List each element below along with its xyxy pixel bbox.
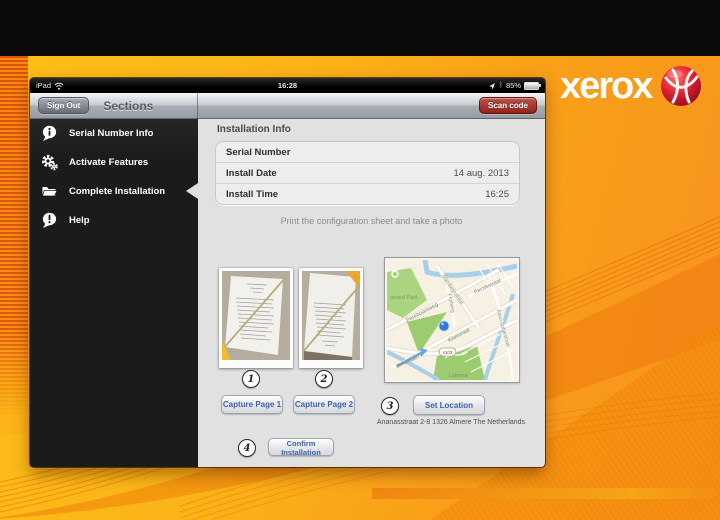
info-bubble-icon: [42, 125, 57, 141]
nav-right-segment: Scan code: [198, 93, 545, 119]
configuration-sheet-photo-1: [222, 271, 290, 360]
table-row-install-time: Install Time 16:25: [216, 183, 519, 204]
installation-content: Installation Info Serial Number Install …: [198, 119, 545, 467]
capture-preview-2: [299, 268, 363, 368]
table-row-serial-number: Serial Number: [226, 146, 291, 158]
map-image: oward Park Pereboomweg Perzikstraat Mand…: [387, 260, 517, 380]
folder-icon: [42, 187, 58, 197]
top-black-band: [0, 0, 720, 56]
step-3-badge: 3: [381, 397, 399, 415]
battery-icon: [524, 81, 541, 90]
marketing-canvas: xerox 16:28 iPad ᛒ 85% Sign Out Sections…: [0, 0, 720, 520]
sidebar-item-serial-number-info[interactable]: Serial Number Info: [30, 119, 198, 148]
gears-icon: [41, 154, 58, 171]
navigation-bar: Sign Out Sections Scan code: [30, 93, 545, 119]
table-row-install-date: Install Date 14 aug. 2013: [216, 162, 519, 183]
sections-title: Sections: [103, 98, 154, 113]
sidebar-item-complete-installation[interactable]: Complete Installation: [30, 177, 198, 206]
map-label-park: oward Park: [390, 295, 418, 301]
status-bar: 16:28 iPad ᛒ 85%: [30, 78, 545, 93]
xerox-logo-text: xerox: [560, 65, 653, 107]
status-time: 16:28: [277, 81, 298, 90]
carrier-label: iPad: [36, 81, 52, 90]
sections-sidebar: Serial Number Info Activate Features Com…: [30, 119, 198, 467]
location-map: oward Park Pereboomweg Perzikstraat Mand…: [385, 258, 519, 382]
installation-info-table: Serial Number Install Date 14 aug. 2013 …: [215, 141, 520, 205]
configuration-sheet-photo-2: [301, 271, 361, 360]
location-dot: [438, 320, 450, 332]
map-label-laterna: Laterna: [449, 373, 469, 379]
exclamation-bubble-icon: [42, 212, 57, 228]
sidebar-item-help[interactable]: Help: [30, 206, 198, 235]
confirm-installation-button[interactable]: Confirm Installation: [268, 438, 334, 457]
sign-out-button[interactable]: Sign Out: [38, 97, 90, 114]
xerox-sphere-icon: [661, 66, 702, 106]
instruction-caption: Print the configuration sheet and take a…: [280, 216, 463, 226]
page-title: Installation Info: [217, 124, 291, 135]
scan-code-button[interactable]: Scan code: [478, 97, 537, 114]
bluetooth-icon: ᛒ: [498, 82, 503, 89]
step-1-badge: 1: [242, 370, 260, 388]
step-2-badge: 2: [315, 370, 333, 388]
capture-preview-1: [219, 268, 293, 368]
capture-page-1-button[interactable]: Capture Page 1: [221, 395, 283, 414]
step-4-badge: 4: [238, 439, 256, 457]
ipad-screenshot: 16:28 iPad ᛒ 85% Sign Out Sections Scan …: [30, 78, 545, 467]
location-arrow-icon: [488, 82, 495, 90]
wave-stripe-strip: [0, 56, 28, 434]
battery-percent: 85%: [505, 81, 521, 90]
wifi-icon: [54, 82, 64, 90]
xerox-logo: xerox: [560, 64, 703, 108]
selected-section-notch: [186, 183, 198, 199]
set-location-button[interactable]: Set Location: [413, 395, 485, 415]
location-address: Ananasstraat 2-8 1326 Almere The Netherl…: [376, 419, 526, 426]
sidebar-item-activate-features[interactable]: Activate Features: [30, 148, 198, 177]
capture-page-2-button[interactable]: Capture Page 2: [293, 395, 355, 414]
map-route-badge: s103: [443, 350, 453, 355]
nav-left-segment: Sign Out Sections: [30, 93, 198, 119]
